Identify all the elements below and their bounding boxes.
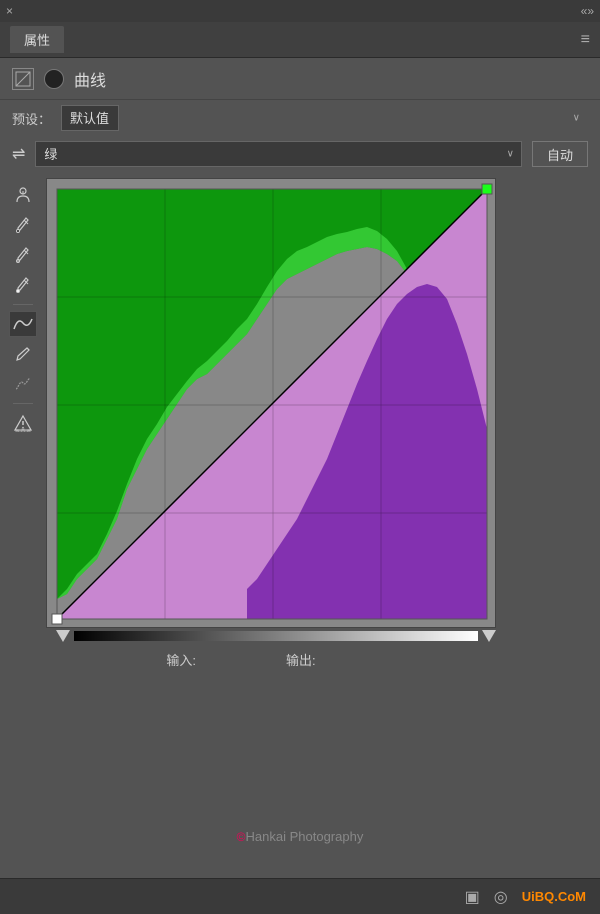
- pencil-tool-button[interactable]: [9, 341, 37, 367]
- eye-icon[interactable]: ◎: [494, 887, 508, 907]
- curves-title: 曲线: [74, 67, 106, 91]
- adjustment-icon: [15, 71, 31, 87]
- io-row: 输入: 输出:: [46, 650, 496, 669]
- curve-tool-button[interactable]: [9, 311, 37, 337]
- curves-icon-box: [12, 68, 34, 90]
- tools-sidebar: [6, 178, 40, 436]
- copyright-icon: ©: [237, 830, 246, 844]
- uibq-logo: UiBQ.CoM: [522, 889, 586, 904]
- gradient-bar-row: [46, 630, 496, 642]
- input-label: 输入:: [166, 650, 196, 669]
- eyedropper-gray-icon: [14, 246, 32, 264]
- output-label: 输出:: [286, 650, 316, 669]
- warning-tool-icon: [14, 414, 32, 432]
- top-bar-right: «»: [581, 4, 594, 18]
- curve-adjust-icon[interactable]: ⇌: [12, 144, 25, 164]
- warning-tool-button[interactable]: [9, 410, 37, 436]
- bottom-toolbar: ▣ ◎ UiBQ.CoM: [0, 878, 600, 914]
- preset-select[interactable]: 默认值: [61, 105, 119, 131]
- circle-icon: [44, 69, 64, 89]
- chart-container: 输入: 输出:: [46, 178, 590, 669]
- channel-row: ⇌ 绿 自动: [0, 136, 600, 172]
- close-icon[interactable]: ×: [6, 4, 13, 18]
- smooth-tool-button[interactable]: [9, 371, 37, 397]
- finger-tool-button[interactable]: [9, 182, 37, 208]
- panel-tab[interactable]: 属性: [10, 26, 64, 53]
- auto-button[interactable]: 自动: [532, 141, 588, 167]
- finger-icon: [14, 186, 32, 204]
- watermark: ©Hankai Photography: [0, 829, 600, 844]
- gradient-bar: [74, 631, 478, 641]
- preset-label: 预设：: [12, 109, 51, 128]
- triangle-left-icon: [56, 630, 70, 642]
- channel-select-wrapper: 绿: [35, 141, 522, 167]
- preset-select-wrapper: 默认值: [61, 105, 588, 131]
- tool-separator-2: [13, 403, 33, 404]
- channel-select[interactable]: 绿: [35, 141, 522, 167]
- eyedropper-black-icon: [14, 216, 32, 234]
- eyedropper-white-button[interactable]: [9, 272, 37, 298]
- curves-title-row: 曲线: [0, 58, 600, 100]
- tool-separator: [13, 304, 33, 305]
- eyedropper-black-button[interactable]: [9, 212, 37, 238]
- arrows-icon[interactable]: «»: [581, 4, 594, 18]
- top-bar: × «»: [0, 0, 600, 22]
- panel-header: 属性 ≡: [0, 22, 600, 58]
- smooth-tool-icon: [14, 375, 32, 393]
- triangle-right-icon: [482, 630, 496, 642]
- eyedropper-white-icon: [14, 276, 32, 294]
- eyedropper-gray-button[interactable]: [9, 242, 37, 268]
- preset-row: 预设： 默认值: [0, 100, 600, 136]
- menu-icon[interactable]: ≡: [581, 31, 590, 49]
- pencil-tool-icon: [14, 345, 32, 363]
- watermark-text: Hankai Photography: [246, 829, 364, 844]
- top-bar-left: ×: [6, 4, 13, 18]
- monitor-icon[interactable]: ▣: [465, 887, 480, 907]
- main-area: 输入: 输出:: [0, 172, 600, 675]
- curve-tool-icon: [12, 315, 34, 333]
- curves-chart[interactable]: [46, 178, 496, 628]
- panel-title-area: 属性: [10, 26, 64, 53]
